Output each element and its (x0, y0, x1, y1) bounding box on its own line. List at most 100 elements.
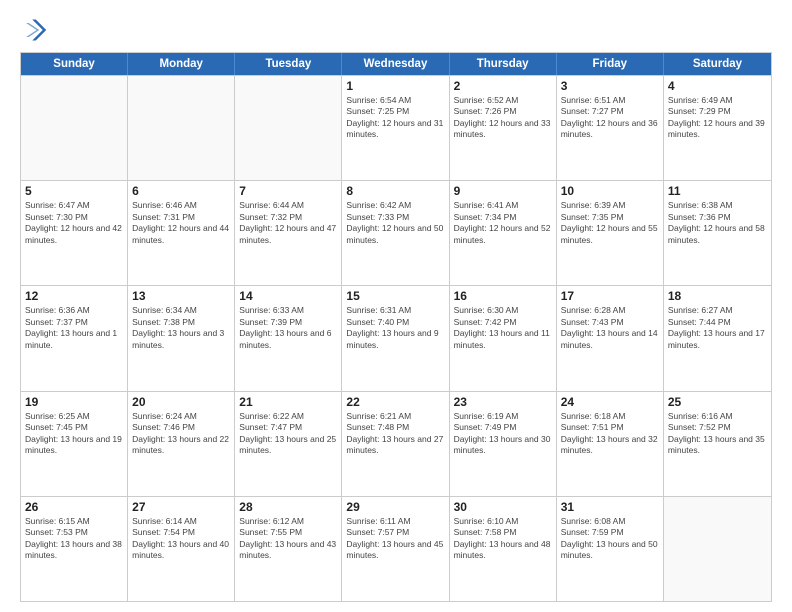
day-number: 17 (561, 289, 659, 303)
calendar-row: 1Sunrise: 6:54 AM Sunset: 7:25 PM Daylig… (21, 75, 771, 180)
calendar-cell: 14 Sunrise: 6:33 AM Sunset: 7:39 PM Dayli… (235, 286, 342, 390)
calendar-cell: 15Sunrise: 6:31 AM Sunset: 7:40 PM Dayli… (342, 286, 449, 390)
calendar-cell: 2 Sunrise: 6:52 AM Sunset: 7:26 PM Daylig… (450, 76, 557, 180)
calendar-cell: 27 Sunrise: 6:14 AM Sunset: 7:54 PM Dayli… (128, 497, 235, 601)
day-number: 2 (454, 79, 552, 93)
day-number: 22 (346, 395, 444, 409)
day-info: Sunrise: 6:08 AM Sunset: 7:59 PM Dayligh… (561, 516, 659, 562)
day-info: Sunrise: 6:24 AM Sunset: 7:46 PM Dayligh… (132, 411, 230, 457)
day-info: Sunrise: 6:42 AM Sunset: 7:33 PM Dayligh… (346, 200, 444, 246)
day-info: Sunrise: 6:54 AM Sunset: 7:25 PM Dayligh… (346, 95, 444, 141)
logo (20, 16, 54, 44)
calendar-cell: 10 Sunrise: 6:39 AM Sunset: 7:35 PM Dayli… (557, 181, 664, 285)
day-info: Sunrise: 6:33 AM Sunset: 7:39 PM Dayligh… (239, 305, 337, 351)
logo-icon (20, 16, 48, 44)
calendar-cell: 3 Sunrise: 6:51 AM Sunset: 7:27 PM Daylig… (557, 76, 664, 180)
calendar-body: 1Sunrise: 6:54 AM Sunset: 7:25 PM Daylig… (21, 75, 771, 601)
calendar-header: SundayMondayTuesdayWednesdayThursdayFrid… (21, 53, 771, 75)
day-info: Sunrise: 6:49 AM Sunset: 7:29 PM Dayligh… (668, 95, 767, 141)
calendar-row: 26 Sunrise: 6:15 AM Sunset: 7:53 PM Dayli… (21, 496, 771, 601)
day-info: Sunrise: 6:41 AM Sunset: 7:34 PM Dayligh… (454, 200, 552, 246)
day-number: 27 (132, 500, 230, 514)
day-info: Sunrise: 6:52 AM Sunset: 7:26 PM Dayligh… (454, 95, 552, 141)
calendar-cell: 18 Sunrise: 6:27 AM Sunset: 7:44 PM Dayli… (664, 286, 771, 390)
calendar-cell: 24 Sunrise: 6:18 AM Sunset: 7:51 PM Dayli… (557, 392, 664, 496)
calendar-cell: 29Sunrise: 6:11 AM Sunset: 7:57 PM Dayli… (342, 497, 449, 601)
calendar-cell: 22Sunrise: 6:21 AM Sunset: 7:48 PM Dayli… (342, 392, 449, 496)
calendar-cell: 11 Sunrise: 6:38 AM Sunset: 7:36 PM Dayli… (664, 181, 771, 285)
calendar-row: 5 Sunrise: 6:47 AM Sunset: 7:30 PM Daylig… (21, 180, 771, 285)
day-info: Sunrise: 6:39 AM Sunset: 7:35 PM Dayligh… (561, 200, 659, 246)
calendar-cell: 9 Sunrise: 6:41 AM Sunset: 7:34 PM Daylig… (450, 181, 557, 285)
calendar-cell: 17 Sunrise: 6:28 AM Sunset: 7:43 PM Dayli… (557, 286, 664, 390)
day-number: 5 (25, 184, 123, 198)
day-number: 18 (668, 289, 767, 303)
calendar-cell: 12 Sunrise: 6:36 AM Sunset: 7:37 PM Dayli… (21, 286, 128, 390)
weekday-header: Wednesday (342, 53, 449, 75)
calendar-cell: 28 Sunrise: 6:12 AM Sunset: 7:55 PM Dayli… (235, 497, 342, 601)
calendar-cell: 13 Sunrise: 6:34 AM Sunset: 7:38 PM Dayli… (128, 286, 235, 390)
weekday-header: Saturday (664, 53, 771, 75)
day-number: 12 (25, 289, 123, 303)
day-number: 28 (239, 500, 337, 514)
day-number: 11 (668, 184, 767, 198)
day-info: Sunrise: 6:36 AM Sunset: 7:37 PM Dayligh… (25, 305, 123, 351)
calendar-cell: 26 Sunrise: 6:15 AM Sunset: 7:53 PM Dayli… (21, 497, 128, 601)
day-info: Sunrise: 6:46 AM Sunset: 7:31 PM Dayligh… (132, 200, 230, 246)
day-number: 14 (239, 289, 337, 303)
calendar-cell: 1Sunrise: 6:54 AM Sunset: 7:25 PM Daylig… (342, 76, 449, 180)
day-info: Sunrise: 6:51 AM Sunset: 7:27 PM Dayligh… (561, 95, 659, 141)
weekday-header: Sunday (21, 53, 128, 75)
day-info: Sunrise: 6:28 AM Sunset: 7:43 PM Dayligh… (561, 305, 659, 351)
day-number: 16 (454, 289, 552, 303)
day-number: 21 (239, 395, 337, 409)
day-number: 26 (25, 500, 123, 514)
day-info: Sunrise: 6:12 AM Sunset: 7:55 PM Dayligh… (239, 516, 337, 562)
calendar-cell: 4 Sunrise: 6:49 AM Sunset: 7:29 PM Daylig… (664, 76, 771, 180)
day-info: Sunrise: 6:18 AM Sunset: 7:51 PM Dayligh… (561, 411, 659, 457)
day-info: Sunrise: 6:19 AM Sunset: 7:49 PM Dayligh… (454, 411, 552, 457)
calendar-row: 12 Sunrise: 6:36 AM Sunset: 7:37 PM Dayli… (21, 285, 771, 390)
day-number: 6 (132, 184, 230, 198)
day-info: Sunrise: 6:31 AM Sunset: 7:40 PM Dayligh… (346, 305, 444, 351)
calendar-cell: 5 Sunrise: 6:47 AM Sunset: 7:30 PM Daylig… (21, 181, 128, 285)
weekday-header: Friday (557, 53, 664, 75)
calendar-cell: 19 Sunrise: 6:25 AM Sunset: 7:45 PM Dayli… (21, 392, 128, 496)
calendar-cell: 30 Sunrise: 6:10 AM Sunset: 7:58 PM Dayli… (450, 497, 557, 601)
day-info: Sunrise: 6:10 AM Sunset: 7:58 PM Dayligh… (454, 516, 552, 562)
day-number: 31 (561, 500, 659, 514)
day-number: 3 (561, 79, 659, 93)
day-number: 8 (346, 184, 444, 198)
header (20, 16, 772, 44)
day-number: 7 (239, 184, 337, 198)
calendar: SundayMondayTuesdayWednesdayThursdayFrid… (20, 52, 772, 602)
day-number: 24 (561, 395, 659, 409)
day-number: 25 (668, 395, 767, 409)
day-info: Sunrise: 6:34 AM Sunset: 7:38 PM Dayligh… (132, 305, 230, 351)
day-info: Sunrise: 6:38 AM Sunset: 7:36 PM Dayligh… (668, 200, 767, 246)
calendar-cell: 25Sunrise: 6:16 AM Sunset: 7:52 PM Dayli… (664, 392, 771, 496)
calendar-cell (235, 76, 342, 180)
day-number: 19 (25, 395, 123, 409)
weekday-header: Thursday (450, 53, 557, 75)
calendar-cell: 20 Sunrise: 6:24 AM Sunset: 7:46 PM Dayli… (128, 392, 235, 496)
day-number: 29 (346, 500, 444, 514)
calendar-cell (128, 76, 235, 180)
day-number: 9 (454, 184, 552, 198)
day-info: Sunrise: 6:14 AM Sunset: 7:54 PM Dayligh… (132, 516, 230, 562)
day-info: Sunrise: 6:15 AM Sunset: 7:53 PM Dayligh… (25, 516, 123, 562)
calendar-cell: 7 Sunrise: 6:44 AM Sunset: 7:32 PM Daylig… (235, 181, 342, 285)
day-info: Sunrise: 6:47 AM Sunset: 7:30 PM Dayligh… (25, 200, 123, 246)
day-number: 10 (561, 184, 659, 198)
weekday-header: Tuesday (235, 53, 342, 75)
day-info: Sunrise: 6:30 AM Sunset: 7:42 PM Dayligh… (454, 305, 552, 351)
day-number: 30 (454, 500, 552, 514)
day-number: 20 (132, 395, 230, 409)
day-info: Sunrise: 6:25 AM Sunset: 7:45 PM Dayligh… (25, 411, 123, 457)
day-info: Sunrise: 6:27 AM Sunset: 7:44 PM Dayligh… (668, 305, 767, 351)
day-info: Sunrise: 6:44 AM Sunset: 7:32 PM Dayligh… (239, 200, 337, 246)
calendar-cell: 21Sunrise: 6:22 AM Sunset: 7:47 PM Dayli… (235, 392, 342, 496)
calendar-cell: 31 Sunrise: 6:08 AM Sunset: 7:59 PM Dayli… (557, 497, 664, 601)
day-number: 4 (668, 79, 767, 93)
day-number: 13 (132, 289, 230, 303)
